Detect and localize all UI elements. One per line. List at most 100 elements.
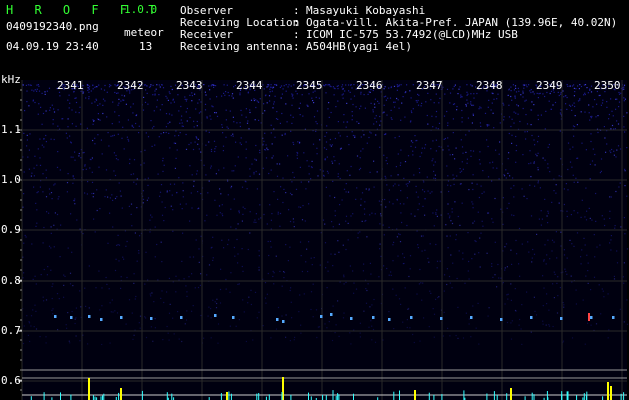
- noise-bar: [118, 392, 120, 400]
- noise-bar: [496, 395, 498, 400]
- x-tick-label: 2341: [57, 79, 84, 92]
- noise-bar: [566, 391, 568, 400]
- y-tick-label: 1.0: [1, 173, 21, 186]
- meteor-count: 13: [139, 40, 153, 53]
- y-tick-label: 1.1: [1, 123, 21, 136]
- noise-bar: [393, 391, 395, 400]
- noise-bar: [230, 393, 232, 400]
- signal-dash: [276, 318, 279, 321]
- signal-dash: [590, 316, 593, 319]
- noise-bar: [92, 395, 94, 400]
- signal-dash: [470, 316, 473, 319]
- x-tick-label: 2347: [416, 79, 443, 92]
- noise-bar: [486, 393, 488, 400]
- noise-bar: [322, 394, 324, 400]
- signal-dash: [530, 316, 533, 319]
- signal-dash: [330, 313, 333, 316]
- noise-bar: [337, 393, 339, 400]
- signal-dash: [372, 316, 375, 319]
- noise-bar: [335, 396, 337, 400]
- noise-bar: [506, 393, 508, 400]
- noise-bar: [433, 394, 435, 400]
- noise-bar: [60, 392, 61, 400]
- noise-bar: [623, 392, 625, 400]
- file-name: 0409192340.png: [6, 20, 99, 33]
- x-tick-label: 2350: [594, 79, 621, 92]
- noise-bar: [602, 396, 604, 400]
- noise-bar: [70, 394, 72, 400]
- noise-bar: [583, 393, 585, 400]
- noise-bar: [141, 390, 143, 400]
- signal-dash: [150, 317, 153, 320]
- meteor-bar: [510, 388, 512, 400]
- signal-dash: [410, 316, 413, 319]
- signal-dash: [350, 317, 353, 320]
- noise-bar: [567, 391, 569, 400]
- noise-bar: [353, 393, 354, 400]
- y-axis-unit: kHz: [1, 73, 21, 86]
- signal-dash: [388, 318, 391, 321]
- y-tick-label: 0.8: [1, 274, 21, 287]
- x-tick-label: 2343: [176, 79, 203, 92]
- noise-bar: [100, 396, 102, 400]
- noise-bar: [332, 390, 334, 400]
- meteor-bar: [226, 392, 228, 400]
- noise-bar: [171, 393, 173, 400]
- info-value-antenna: A504HB(yagi 4el): [306, 40, 412, 53]
- noise-bar: [268, 394, 270, 400]
- x-tick-label: 2349: [536, 79, 563, 92]
- signal-dash: [120, 316, 123, 319]
- plot-area: [22, 80, 627, 400]
- signal-dash: [232, 316, 235, 319]
- noise-bar: [310, 396, 312, 400]
- noise-bar: [338, 394, 340, 400]
- signal-dash: [612, 316, 615, 319]
- y-tick-label: 0.9: [1, 223, 21, 236]
- meteor-bar: [607, 382, 609, 400]
- noise-bar: [561, 395, 563, 400]
- noise-bar: [576, 395, 578, 400]
- noise-bar: [166, 392, 168, 400]
- noise-bar: [103, 393, 105, 400]
- noise-bar: [94, 396, 96, 400]
- spectrogram: [18, 80, 629, 400]
- noise-bar: [308, 392, 309, 400]
- noise-bar: [281, 396, 283, 400]
- x-tick-label: 2348: [476, 79, 503, 92]
- signal-dash: [440, 317, 443, 320]
- noise-bar: [256, 393, 258, 400]
- signal-dash: [560, 317, 563, 320]
- meteor-bar: [88, 378, 90, 400]
- noise-bar: [531, 392, 533, 400]
- noise-bar: [228, 391, 230, 400]
- y-tick-label: 0.7: [1, 324, 21, 337]
- noise-bar: [463, 390, 465, 400]
- noise-bar: [102, 395, 103, 400]
- signal-dash: [214, 314, 217, 317]
- noise-bar: [290, 394, 292, 400]
- noise-bar: [620, 393, 622, 400]
- noise-bar: [258, 393, 260, 400]
- noise-bar: [585, 395, 587, 400]
- meteor-bar: [414, 390, 416, 400]
- signal-dash: [282, 320, 285, 323]
- y-tick-label: 0.6: [1, 374, 21, 387]
- x-tick-label: 2342: [117, 79, 144, 92]
- noise-bar: [325, 395, 327, 400]
- noise-bar: [220, 393, 222, 400]
- noise-bar: [399, 390, 400, 400]
- app-version: 1.0.0: [124, 3, 158, 16]
- x-tick-label: 2344: [236, 79, 263, 92]
- signal-dash: [100, 318, 103, 321]
- noise-bar: [533, 394, 535, 400]
- noise-bar: [524, 396, 526, 400]
- signal-dash: [180, 316, 183, 319]
- info-colon: :: [293, 40, 300, 53]
- x-tick-label: 2345: [296, 79, 323, 92]
- noise-bar: [441, 394, 443, 400]
- noise-bar: [43, 392, 45, 400]
- noise-bar: [428, 392, 430, 400]
- signal-dash: [70, 316, 73, 319]
- meteor-bar: [120, 388, 122, 400]
- signal-dash: [88, 315, 91, 318]
